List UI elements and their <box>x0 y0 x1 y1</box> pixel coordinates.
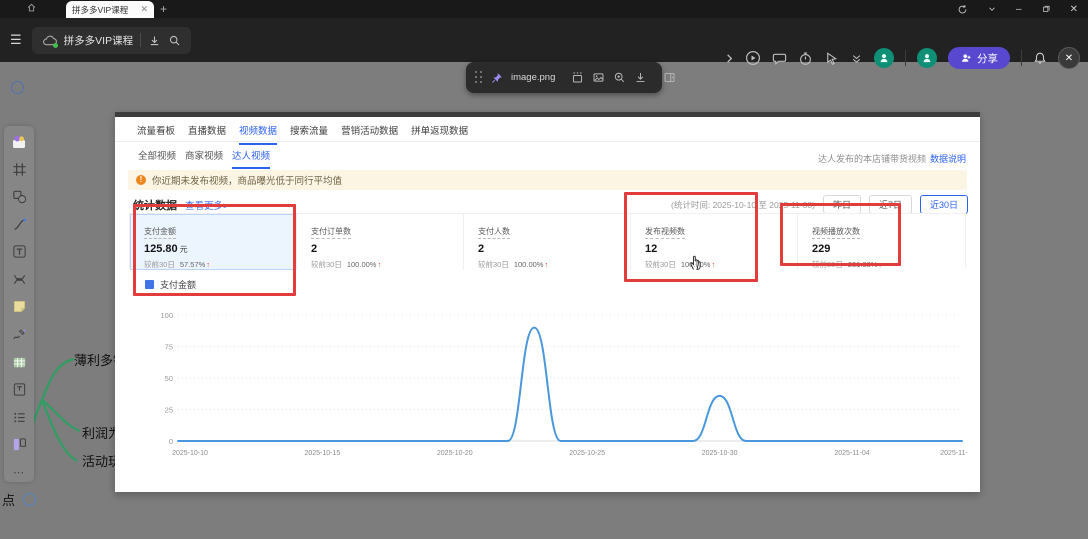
frame-icon[interactable] <box>8 160 30 180</box>
tab-close-icon[interactable]: ✕ <box>140 4 148 15</box>
menu-icon[interactable]: ☰ <box>10 32 22 48</box>
data-explanation-link[interactable]: 数据说明 <box>930 154 966 164</box>
restore-icon[interactable] <box>1041 4 1051 14</box>
canvas-corner-label: 点 <box>2 490 15 509</box>
svg-text:2025-11-08: 2025-11-08 <box>940 450 968 457</box>
warning-banner: ! 你近期未发布视频，商品曝光低于同行平均值 <box>128 170 967 190</box>
home-icon[interactable] <box>26 0 37 18</box>
warning-text: 你近期未发布视频，商品曝光低于同行平均值 <box>152 173 342 187</box>
image-filename: image.png <box>511 72 555 83</box>
up-arrow-icon: ↑ <box>544 260 548 269</box>
svg-text:2025-10-15: 2025-10-15 <box>304 450 340 457</box>
range-30d-button[interactable]: 近30日 <box>920 195 968 214</box>
timer-icon[interactable] <box>798 51 813 66</box>
browser-tab-title: 拼多多VIP课程 <box>72 4 136 16</box>
stat-card-pay-orders[interactable]: 支付订单数 2 较前30日100.00%↑ <box>297 214 464 270</box>
warning-icon: ! <box>136 175 146 185</box>
layout-position-icon[interactable] <box>571 71 584 84</box>
sync-icon[interactable] <box>957 4 968 15</box>
subtab-all-videos[interactable]: 全部视频 <box>138 148 176 169</box>
notifications-bell-icon[interactable] <box>1033 51 1047 65</box>
share-person-icon <box>960 52 972 64</box>
text-icon[interactable] <box>8 242 30 262</box>
more-tools-icon[interactable]: ⋯ <box>8 462 30 482</box>
collaborator-avatar-1[interactable] <box>874 48 894 68</box>
replace-image-icon[interactable] <box>592 71 605 84</box>
shapes-icon[interactable] <box>8 187 30 207</box>
zoom-preview-icon[interactable] <box>613 71 626 84</box>
close-window-icon[interactable]: ✕ <box>1070 4 1078 15</box>
annotation-rect-video-plays <box>780 203 901 266</box>
svg-text:2025-11-04: 2025-11-04 <box>834 450 869 457</box>
browser-titlebar: 拼多多VIP课程 ✕ + – ✕ <box>0 0 1088 18</box>
user-avatar[interactable]: ✕ <box>1058 47 1080 69</box>
connector-icon[interactable] <box>8 215 30 235</box>
download-doc-icon[interactable] <box>148 34 161 47</box>
collaborator-avatar-2[interactable] <box>917 48 937 68</box>
svg-text:2025-10-20: 2025-10-20 <box>437 450 473 457</box>
svg-text:50: 50 <box>165 374 173 383</box>
chevron-right-icon[interactable] <box>725 53 734 64</box>
subtab-influencer-videos[interactable]: 达人视频 <box>232 148 270 169</box>
draw-pen-icon[interactable] <box>8 325 30 345</box>
dashboard-top-strip <box>115 112 980 117</box>
dashboard-image: 流量看板 直播数据 视频数据 搜索流量 营销活动数据 拼单返现数据 全部视频 商… <box>115 112 980 492</box>
pin-icon[interactable] <box>491 72 503 84</box>
svg-text:75: 75 <box>165 343 173 352</box>
dashboard-subtabs: 全部视频 商家视频 达人视频 <box>138 148 270 169</box>
hand-cursor <box>688 254 703 276</box>
minimize-icon[interactable]: – <box>1016 4 1022 15</box>
svg-text:2025-10-25: 2025-10-25 <box>569 450 605 457</box>
download-image-icon[interactable] <box>634 71 647 84</box>
tool-sidebar: ⋯ <box>4 126 34 482</box>
up-arrow-icon: ↑ <box>377 260 381 269</box>
svg-text:100: 100 <box>160 311 173 320</box>
new-tab-icon[interactable]: + <box>160 2 167 16</box>
note-text: 达人发布的本店铺带货视频 <box>818 154 926 164</box>
app-toolbar: ☰ 拼多多VIP课程 分享 <box>0 18 1088 62</box>
search-icon[interactable] <box>168 34 181 47</box>
document-title: 拼多多VIP课程 <box>64 33 133 48</box>
svg-text:25: 25 <box>165 406 173 415</box>
svg-text:2025-10-10: 2025-10-10 <box>172 450 208 457</box>
pointer-icon[interactable] <box>824 51 839 66</box>
templates-icon[interactable] <box>8 132 30 152</box>
table-icon[interactable] <box>8 352 30 372</box>
list-icon[interactable] <box>8 407 30 427</box>
sticky-note-icon[interactable] <box>8 297 30 317</box>
kanban-icon[interactable] <box>8 435 30 455</box>
help-badge-icon[interactable] <box>23 493 36 506</box>
drag-handle-icon[interactable] <box>475 71 483 84</box>
watermark-icon <box>11 81 24 94</box>
image-context-toolbar: image.png <box>466 62 662 93</box>
present-play-icon[interactable] <box>745 50 761 66</box>
svg-text:0: 0 <box>169 437 173 446</box>
stat-card-pay-users[interactable]: 支付人数 2 较前30日100.00%↑ <box>464 214 631 270</box>
pay-amount-line-chart: 0 25 50 75 100 2025-10-10 2025-10-15 2025-10-20… <box>127 298 968 462</box>
annotation-rect-pay-amount <box>133 204 296 296</box>
subtab-merchant-videos[interactable]: 商家视频 <box>185 148 223 169</box>
share-button[interactable]: 分享 <box>948 47 1010 69</box>
browser-tab[interactable]: 拼多多VIP课程 ✕ <box>66 1 154 18</box>
share-label: 分享 <box>977 51 998 66</box>
document-chip[interactable]: 拼多多VIP课程 <box>32 27 191 54</box>
open-panel-icon[interactable] <box>663 71 676 84</box>
text-card-icon[interactable] <box>8 380 30 400</box>
collapse-chevrons-icon[interactable] <box>850 52 863 65</box>
comment-icon[interactable] <box>772 51 787 66</box>
cloud-sync-icon <box>42 34 57 47</box>
app-window: 拼多多VIP课程 ✕ + – ✕ ☰ 拼多多VIP课程 <box>0 0 1088 539</box>
svg-text:2025-10-30: 2025-10-30 <box>702 450 738 457</box>
mindmap-icon[interactable] <box>8 270 30 290</box>
chevron-down-icon[interactable] <box>987 4 997 14</box>
